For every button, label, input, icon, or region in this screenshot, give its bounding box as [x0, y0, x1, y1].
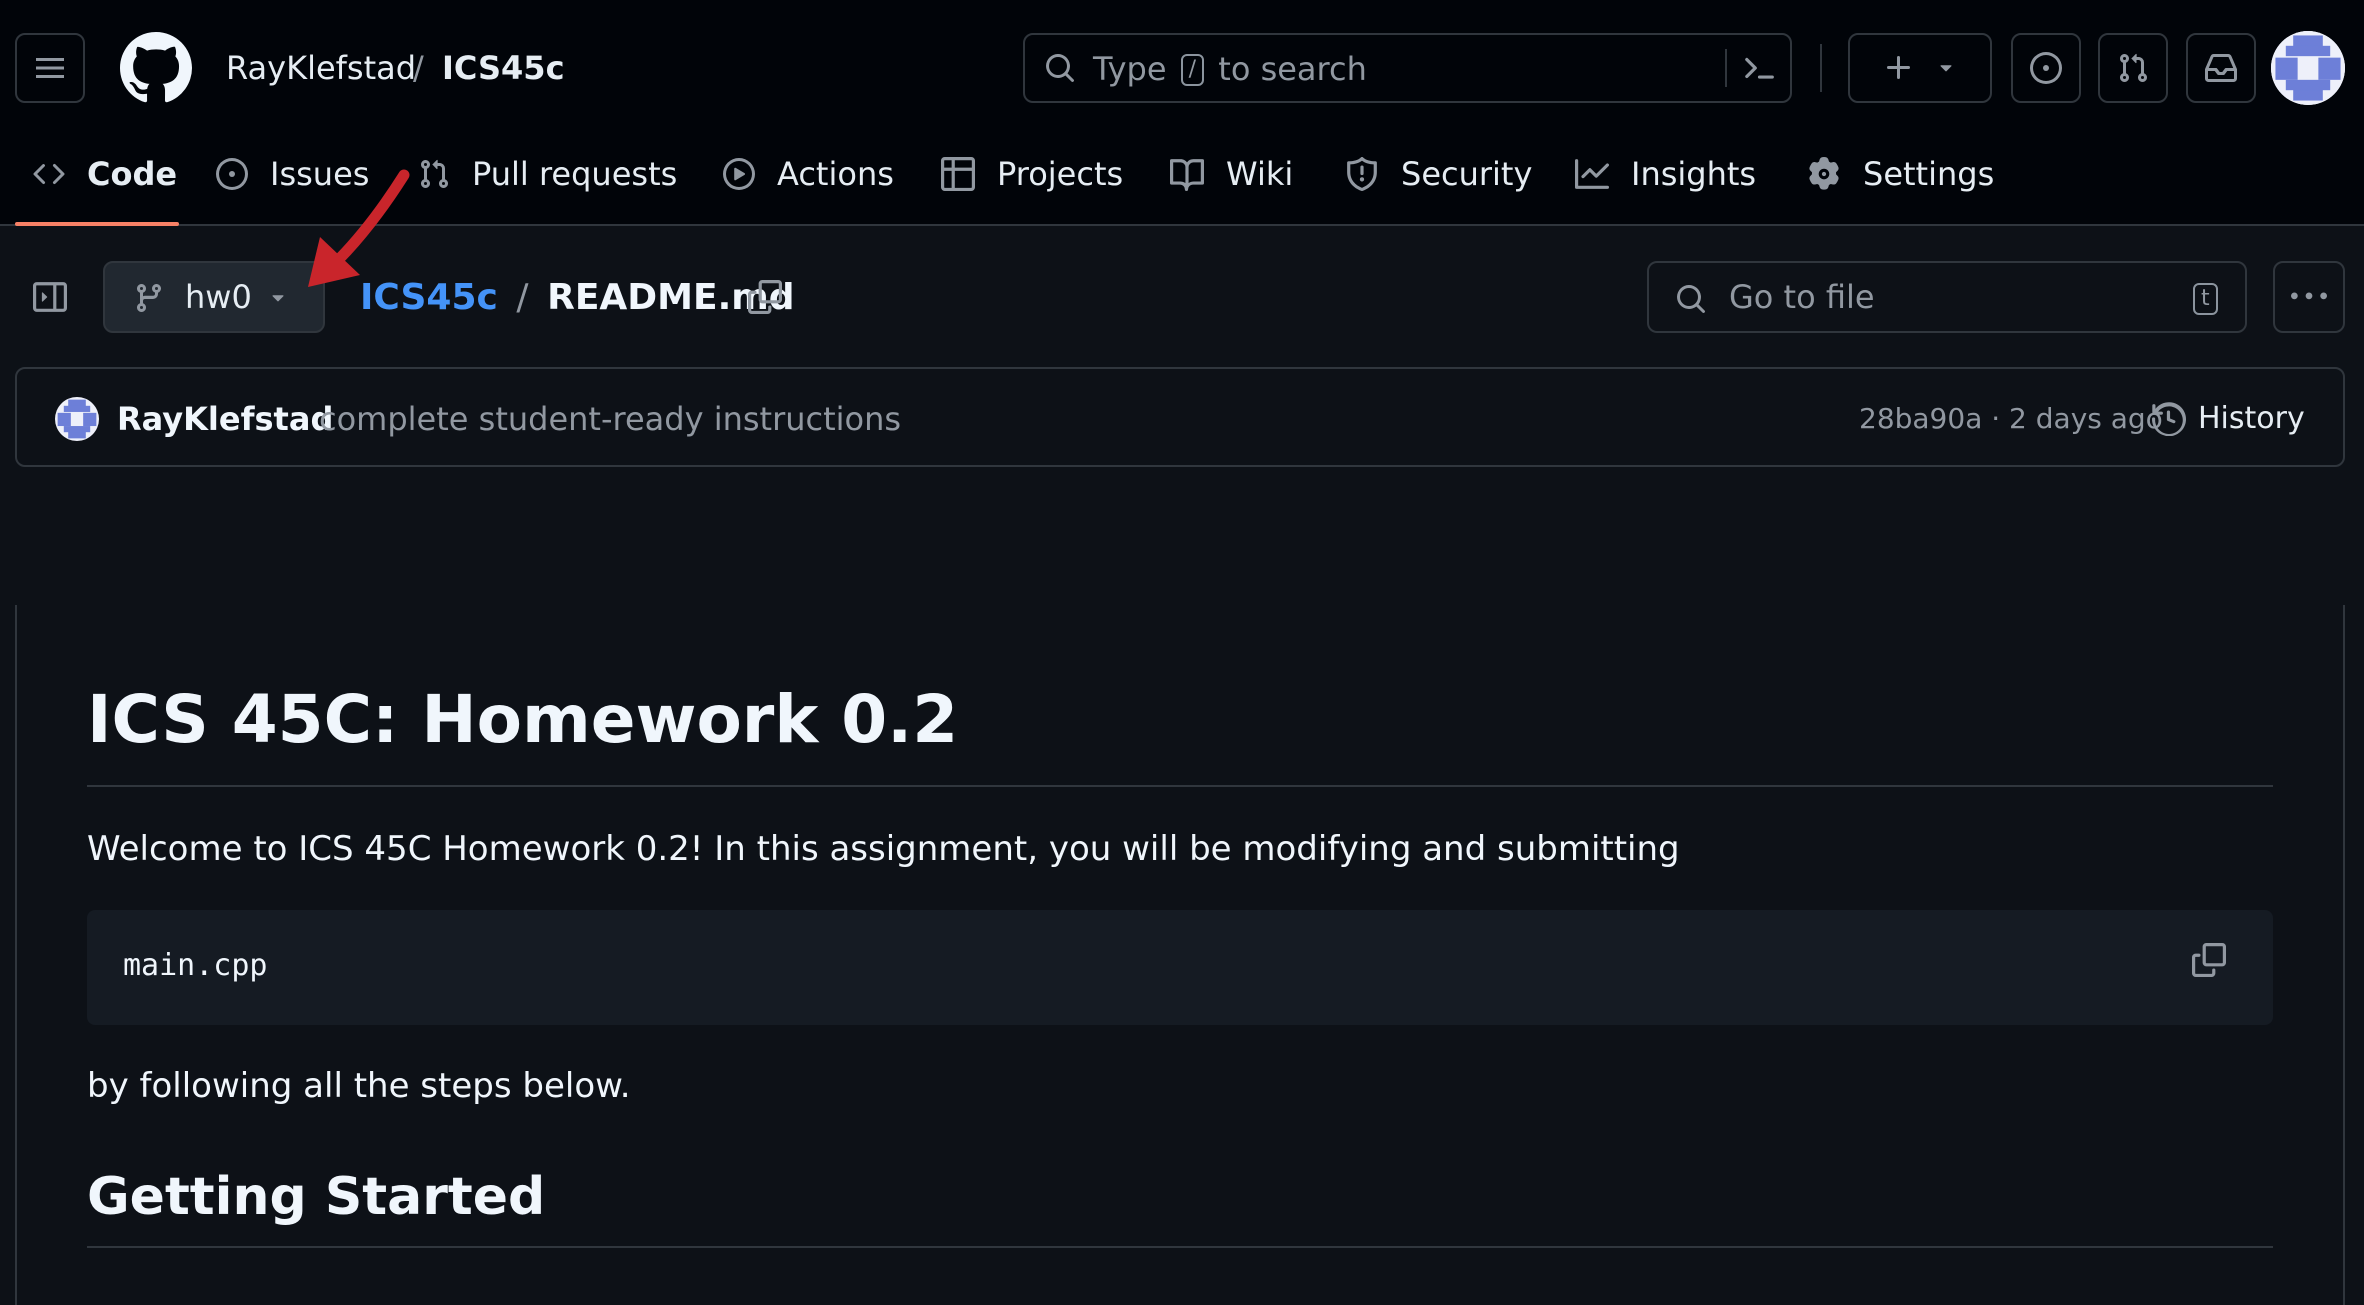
- history-icon: [2152, 402, 2186, 436]
- path-separator: /: [516, 277, 529, 318]
- tab-insights[interactable]: Insights: [1575, 150, 1756, 198]
- go-to-file-input[interactable]: Go to file t: [1647, 261, 2247, 333]
- readme-after-code: by following all the steps below.: [87, 1066, 631, 1106]
- search-divider: [1725, 49, 1727, 87]
- inbox-button[interactable]: [2186, 33, 2256, 103]
- commit-author-avatar[interactable]: [55, 397, 99, 441]
- kebab-horizontal-icon: [2291, 292, 2327, 300]
- history-label: History: [2198, 401, 2305, 436]
- tab-label: Insights: [1631, 155, 1757, 193]
- git-branch-icon: [137, 283, 161, 313]
- code-text: main.cpp: [123, 948, 268, 983]
- table-icon: [941, 157, 975, 191]
- more-options-button[interactable]: [2273, 261, 2345, 333]
- github-logo-icon[interactable]: [120, 32, 192, 104]
- search-placeholder-prefix: Type: [1093, 50, 1167, 88]
- inbox-icon: [2205, 54, 2237, 82]
- commit-meta[interactable]: 28ba90a · 2 days ago: [1859, 399, 2163, 439]
- copy-code-button[interactable]: [2185, 936, 2233, 984]
- tab-wiki[interactable]: Wiki: [1170, 150, 1293, 198]
- code-block: main.cpp: [87, 910, 2273, 1025]
- owner-link[interactable]: RayKlefstad: [226, 48, 416, 88]
- avatar[interactable]: [2271, 31, 2345, 105]
- tab-projects[interactable]: Projects: [941, 150, 1123, 198]
- copy-path-button[interactable]: [743, 275, 787, 319]
- caret-down-icon: [1940, 65, 1952, 72]
- command-palette-icon[interactable]: [1742, 51, 1776, 85]
- latest-commit-bar: RayKlefstad complete student-ready instr…: [15, 367, 2345, 467]
- commit-message[interactable]: complete student-ready instructions: [319, 399, 901, 439]
- tab-pull-requests[interactable]: Pull requests: [418, 150, 677, 198]
- search-placeholder-suffix: to search: [1218, 50, 1367, 88]
- tab-code[interactable]: Code: [33, 150, 177, 198]
- repo-link[interactable]: ICS45c: [442, 48, 565, 88]
- issue-opened-icon: [216, 158, 248, 190]
- hamburger-icon: [36, 58, 64, 78]
- branch-name: hw0: [185, 278, 252, 316]
- title-divider: [87, 785, 2273, 787]
- breadcrumb-separator: /: [413, 49, 424, 87]
- create-new-button[interactable]: [1848, 33, 1992, 103]
- git-pull-request-icon: [2120, 53, 2147, 83]
- tab-settings[interactable]: Settings: [1807, 150, 1994, 198]
- tab-label: Settings: [1863, 155, 1995, 193]
- tab-label: Wiki: [1226, 155, 1294, 193]
- tab-security[interactable]: Security: [1345, 150, 1532, 198]
- getting-started-heading: Getting Started: [87, 1167, 546, 1227]
- global-search-input[interactable]: Type / to search: [1023, 33, 1792, 103]
- tab-label: Pull requests: [472, 155, 678, 193]
- readme-intro: Welcome to ICS 45C Homework 0.2! In this…: [87, 829, 1680, 869]
- heading-divider: [87, 1246, 2273, 1248]
- tab-label: Projects: [997, 155, 1124, 193]
- gear-icon: [1809, 157, 1839, 190]
- tab-label: Actions: [777, 155, 894, 193]
- shield-icon: [1347, 157, 1377, 191]
- tab-label: Security: [1401, 155, 1533, 193]
- go-to-file-placeholder: Go to file: [1729, 278, 1875, 316]
- toggle-file-tree-button[interactable]: [15, 265, 85, 329]
- graph-icon: [1575, 159, 1609, 189]
- play-icon: [723, 158, 755, 190]
- go-to-file-shortcut: t: [2193, 283, 2218, 315]
- copy-icon: [2192, 943, 2226, 977]
- readme-title: ICS 45C: Homework 0.2: [87, 681, 959, 758]
- tab-actions[interactable]: Actions: [723, 150, 894, 198]
- plus-icon: [1887, 56, 1910, 79]
- search-icon: [1677, 285, 1705, 313]
- sidebar-expand-icon: [33, 282, 67, 312]
- search-shortcut-key: /: [1180, 54, 1205, 86]
- search-icon: [1046, 54, 1074, 82]
- issue-opened-icon: [2030, 52, 2062, 84]
- caret-down-icon: [272, 295, 284, 302]
- code-icon: [33, 163, 65, 185]
- file-path-breadcrumb: ICS45c / README.md: [360, 276, 795, 320]
- issues-button[interactable]: [2011, 33, 2081, 103]
- pull-requests-button[interactable]: [2098, 33, 2168, 103]
- book-icon: [1170, 159, 1204, 191]
- git-pull-request-icon: [421, 159, 448, 189]
- branch-selector[interactable]: hw0: [103, 261, 325, 333]
- history-button[interactable]: History: [2152, 395, 2305, 443]
- active-tab-indicator: [15, 222, 179, 226]
- menu-button[interactable]: [15, 33, 85, 103]
- tab-label: Code: [87, 155, 178, 193]
- commit-author[interactable]: RayKlefstad: [117, 399, 333, 439]
- annotation-arrow-icon: [308, 169, 410, 287]
- copy-icon: [748, 280, 782, 314]
- header-divider: [1820, 44, 1822, 92]
